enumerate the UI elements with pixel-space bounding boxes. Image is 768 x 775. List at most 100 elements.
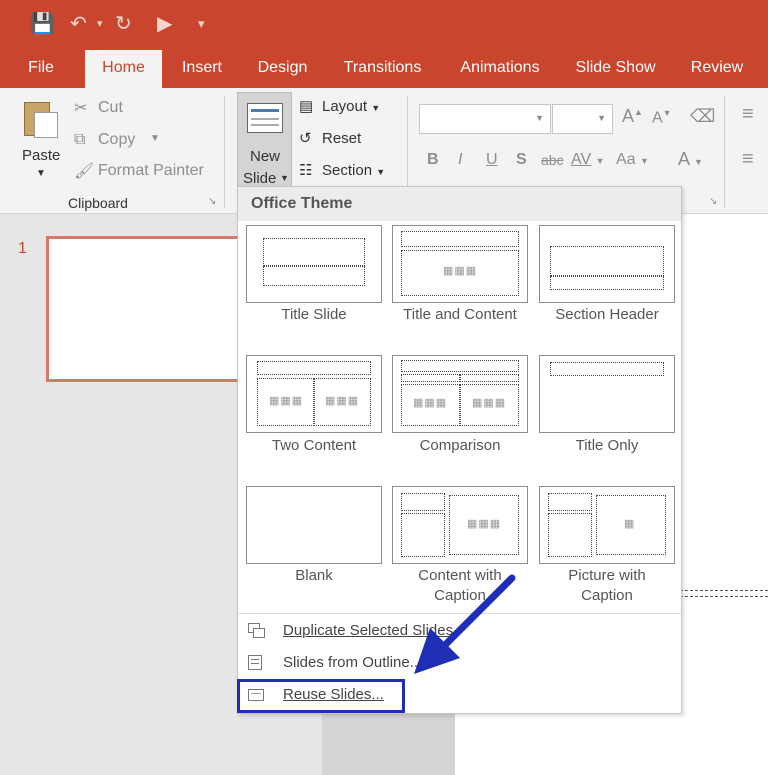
layout-label: Title Slide	[281, 306, 347, 323]
heading-placeholder	[460, 374, 519, 382]
underline-button[interactable]: U	[486, 151, 498, 169]
strikethrough-button[interactable]: abc	[541, 152, 564, 168]
title-placeholder	[401, 493, 445, 511]
placeholder-border	[680, 590, 768, 591]
slide-thumbnail[interactable]	[46, 236, 246, 382]
quick-access-toolbar: 💾 ↶ ▾ ↻ ▶ ▾	[0, 0, 768, 48]
group-separator	[224, 96, 225, 208]
title-placeholder	[550, 362, 664, 376]
layout-section-header[interactable]	[539, 225, 675, 303]
clipboard-launcher-icon[interactable]: ↘	[208, 196, 216, 207]
bold-button[interactable]: B	[427, 151, 439, 169]
content-icons: ▦▦▦	[467, 518, 502, 530]
font-launcher-icon[interactable]: ↘	[709, 196, 717, 207]
clipboard-icon[interactable]	[24, 98, 58, 138]
text-placeholder	[548, 513, 592, 557]
layout-blank[interactable]	[246, 486, 382, 564]
bullets-icon[interactable]: ≡	[742, 103, 754, 126]
grow-font-icon[interactable]: A▲	[622, 106, 643, 127]
placeholder-border	[680, 596, 768, 597]
layout-label: Blank	[295, 567, 333, 584]
new-slide-icon	[247, 103, 283, 133]
layout-title-and-content[interactable]: ▦▦▦	[392, 225, 528, 303]
duplicate-slides-icon	[248, 623, 266, 639]
title-placeholder	[263, 238, 365, 266]
save-icon[interactable]: 💾	[30, 0, 55, 48]
content-icons: ▦▦▦	[472, 397, 507, 409]
format-painter-icon: 🖌	[74, 163, 95, 180]
paste-dropdown-icon[interactable]: ▼	[36, 168, 46, 179]
text-placeholder	[550, 276, 664, 290]
font-color-button[interactable]: A ▼	[678, 149, 703, 170]
change-case-button[interactable]: Aa ▼	[616, 151, 649, 169]
layout-label: Section Header	[555, 306, 659, 323]
content-icons: ▦▦▦	[269, 395, 304, 407]
ribbon-tabs: File Home Insert Design Transitions Anim…	[0, 48, 768, 88]
undo-icon[interactable]: ↶	[70, 0, 87, 48]
content-icons: ▦▦▦	[325, 395, 360, 407]
shadow-button[interactable]: S	[516, 151, 527, 169]
copy-dropdown-icon[interactable]: ▼	[150, 133, 160, 144]
layout-title-slide[interactable]	[246, 225, 382, 303]
title-placeholder	[401, 231, 519, 247]
italic-button[interactable]: I	[458, 151, 462, 169]
section-icon: ☷	[299, 162, 313, 179]
tab-slide-show[interactable]: Slide Show	[568, 48, 663, 88]
layout-picture-with-caption[interactable]: ▦	[539, 486, 675, 564]
text-placeholder	[401, 513, 445, 557]
clipboard-group-label: Clipboard	[68, 195, 128, 211]
font-name-combo[interactable]: ▼	[419, 104, 551, 134]
annotation-arrow-icon	[414, 574, 516, 674]
new-slide-button[interactable]: New Slide ▼	[237, 92, 292, 190]
copy-button[interactable]: Copy	[98, 131, 135, 149]
title-placeholder	[550, 246, 664, 276]
layout-two-content[interactable]: ▦▦▦ ▦▦▦	[246, 355, 382, 433]
gallery-header: Office Theme	[238, 187, 681, 221]
new-slide-dropdown-icon: ▼	[280, 173, 289, 183]
character-spacing-button[interactable]: AV ▼	[571, 151, 605, 169]
font-name-dropdown-icon[interactable]: ▼	[535, 113, 544, 123]
layout-label: Picture with Caption	[568, 567, 646, 604]
layout-icon: ▤	[299, 98, 314, 115]
layout-content-with-caption[interactable]: ▦▦▦	[392, 486, 528, 564]
paste-button[interactable]: Paste	[22, 147, 60, 164]
tab-animations[interactable]: Animations	[450, 48, 550, 88]
shrink-font-icon[interactable]: A▼	[652, 108, 672, 127]
outline-icon	[248, 655, 266, 671]
format-painter-button[interactable]: Format Painter	[98, 162, 204, 180]
font-size-dropdown-icon[interactable]: ▼	[597, 113, 606, 123]
undo-dropdown-icon[interactable]: ▾	[97, 0, 103, 48]
tab-review[interactable]: Review	[684, 48, 750, 88]
title-placeholder	[401, 360, 519, 372]
group-separator	[724, 96, 725, 208]
layout-button[interactable]: Layout ▼	[322, 98, 380, 115]
content-icons: ▦▦▦	[413, 397, 448, 409]
layout-label: Title Only	[575, 437, 639, 454]
new-slide-label-2: Slide	[243, 170, 277, 187]
redo-icon[interactable]: ↻	[115, 0, 132, 48]
reset-button[interactable]: Reset	[322, 130, 361, 147]
layout-comparison[interactable]: ▦▦▦ ▦▦▦	[392, 355, 528, 433]
tab-insert[interactable]: Insert	[172, 48, 232, 88]
customize-qat-icon[interactable]: ▾	[198, 0, 205, 48]
section-button[interactable]: Section ▼	[322, 162, 385, 179]
slideshow-start-icon[interactable]: ▶	[157, 0, 172, 48]
tab-file[interactable]: File	[20, 48, 62, 88]
tab-design[interactable]: Design	[250, 48, 315, 88]
content-icons: ▦▦▦	[443, 265, 478, 277]
layout-title-only[interactable]	[539, 355, 675, 433]
align-left-icon[interactable]: ≡	[742, 148, 754, 171]
cut-button[interactable]: Cut	[98, 99, 123, 117]
reset-icon: ↺	[299, 130, 312, 147]
cut-icon: ✂	[74, 100, 88, 117]
slide-number: 1	[18, 240, 27, 257]
clear-formatting-icon[interactable]: ⌫	[690, 106, 715, 127]
layout-label: Two Content	[271, 437, 357, 454]
font-size-combo[interactable]: ▼	[552, 104, 613, 134]
tab-home[interactable]: Home	[85, 50, 162, 88]
layout-label: Title and Content	[403, 306, 517, 323]
subtitle-placeholder	[263, 266, 365, 286]
tab-transitions[interactable]: Transitions	[335, 48, 430, 88]
title-placeholder	[257, 361, 371, 375]
new-slide-label-1: New	[250, 148, 281, 165]
